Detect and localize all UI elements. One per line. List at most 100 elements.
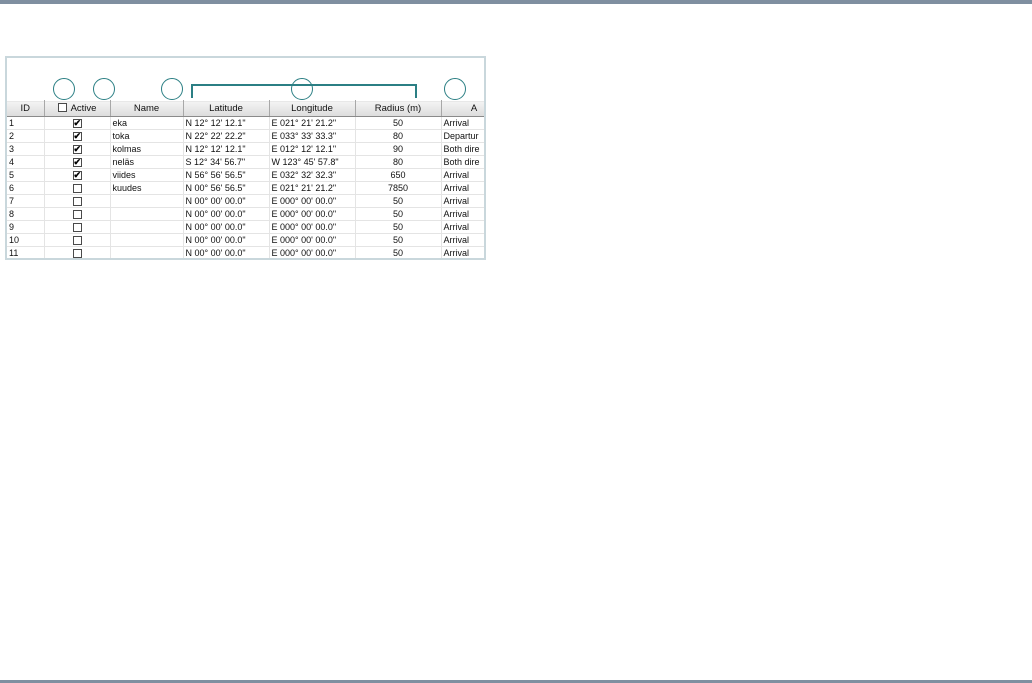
cell-name[interactable]: kuudes [110, 181, 184, 195]
cell-latitude[interactable]: N 00° 00' 00.0" [183, 207, 270, 221]
cell-id[interactable]: 5 [7, 168, 45, 182]
cell-active[interactable]: ✔ [44, 155, 111, 169]
cell-name[interactable]: eka [110, 116, 184, 130]
cell-a[interactable]: Arrival [441, 116, 484, 130]
cell-id[interactable]: 9 [7, 220, 45, 234]
active-checkbox[interactable]: ✔ [72, 158, 82, 168]
cell-radius[interactable]: 650 [355, 168, 442, 182]
cell-radius[interactable]: 80 [355, 129, 442, 143]
cell-latitude[interactable]: N 12° 12' 12.1" [183, 116, 270, 130]
cell-radius[interactable]: 50 [355, 246, 442, 258]
active-checkbox[interactable] [72, 223, 82, 233]
cell-longitude[interactable]: E 021° 21' 21.2" [269, 116, 356, 130]
column-header-id[interactable]: ID [7, 100, 45, 117]
cell-active[interactable]: ✔ [44, 129, 111, 143]
cell-radius[interactable]: 50 [355, 233, 442, 247]
cell-active[interactable]: ✔ [44, 116, 111, 130]
column-header-latitude[interactable]: Latitude [183, 100, 270, 117]
cell-latitude[interactable]: N 00° 00' 00.0" [183, 233, 270, 247]
cell-name[interactable] [110, 233, 184, 247]
column-header-a[interactable]: A [441, 100, 484, 117]
cell-longitude[interactable]: E 000° 00' 00.0" [269, 233, 356, 247]
cell-a[interactable]: Both dire [441, 155, 484, 169]
table-row[interactable]: 7 N 00° 00' 00.0" E 000° 00' 00.0" 50 Arriva… [7, 194, 484, 208]
cell-radius[interactable]: 7850 [355, 181, 442, 195]
cell-latitude[interactable]: N 00° 56' 56.5" [183, 181, 270, 195]
cell-id[interactable]: 4 [7, 155, 45, 169]
cell-a[interactable]: Both dire [441, 142, 484, 156]
active-checkbox[interactable] [72, 184, 82, 194]
active-checkbox[interactable] [72, 249, 82, 258]
table-row[interactable]: 9 N 00° 00' 00.0" E 000° 00' 00.0" 50 Arriva… [7, 220, 484, 234]
cell-name[interactable]: neläs [110, 155, 184, 169]
cell-longitude[interactable]: E 033° 33' 33.3" [269, 129, 356, 143]
cell-active[interactable]: ✔ [44, 142, 111, 156]
cell-radius[interactable]: 90 [355, 142, 442, 156]
cell-longitude[interactable]: W 123° 45' 57.8" [269, 155, 356, 169]
cell-latitude[interactable]: N 00° 00' 00.0" [183, 194, 270, 208]
cell-a[interactable]: Arrival [441, 168, 484, 182]
cell-longitude[interactable]: E 000° 00' 00.0" [269, 207, 356, 221]
cell-radius[interactable]: 50 [355, 207, 442, 221]
cell-name[interactable] [110, 220, 184, 234]
cell-a[interactable]: Departur [441, 129, 484, 143]
active-checkbox[interactable] [72, 210, 82, 220]
cell-radius[interactable]: 80 [355, 155, 442, 169]
cell-radius[interactable]: 50 [355, 194, 442, 208]
cell-radius[interactable]: 50 [355, 220, 442, 234]
cell-active[interactable] [44, 233, 111, 247]
cell-active[interactable]: ✔ [44, 168, 111, 182]
table-row[interactable]: 1 ✔ eka N 12° 12' 12.1" E 021° 21' 21.2" 50 Ar… [7, 116, 484, 130]
table-row[interactable]: 10 N 00° 00' 00.0" E 000° 00' 00.0" 50 Arriv… [7, 233, 484, 247]
cell-active[interactable] [44, 181, 111, 195]
cell-id[interactable]: 3 [7, 142, 45, 156]
column-header-radius[interactable]: Radius (m) [355, 100, 442, 117]
cell-latitude[interactable]: N 12° 12' 12.1" [183, 142, 270, 156]
cell-active[interactable] [44, 220, 111, 234]
cell-longitude[interactable]: E 000° 00' 00.0" [269, 220, 356, 234]
cell-active[interactable] [44, 207, 111, 221]
table-row[interactable]: 11 N 00° 00' 00.0" E 000° 00' 00.0" 50 Arriv… [7, 246, 484, 258]
cell-longitude[interactable]: E 000° 00' 00.0" [269, 246, 356, 258]
cell-id[interactable]: 1 [7, 116, 45, 130]
column-header-name[interactable]: Name [110, 100, 184, 117]
cell-id[interactable]: 2 [7, 129, 45, 143]
waypoint-grid[interactable]: ID Active Name Latitude Longitude Radius… [7, 100, 484, 258]
table-row[interactable]: 5 ✔ viides N 56° 56' 56.5" E 032° 32' 32.3" 6… [7, 168, 484, 182]
cell-a[interactable]: Arrival [441, 181, 484, 195]
cell-latitude[interactable]: N 00° 00' 00.0" [183, 220, 270, 234]
active-checkbox[interactable]: ✔ [72, 145, 82, 155]
cell-name[interactable]: kolmas [110, 142, 184, 156]
cell-a[interactable]: Arrival [441, 194, 484, 208]
cell-name[interactable] [110, 207, 184, 221]
cell-longitude[interactable]: E 021° 21' 21.2" [269, 181, 356, 195]
column-header-active[interactable]: Active [44, 100, 111, 117]
cell-longitude[interactable]: E 012° 12' 12.1" [269, 142, 356, 156]
column-header-longitude[interactable]: Longitude [269, 100, 356, 117]
active-checkbox[interactable] [72, 197, 82, 207]
active-checkbox[interactable]: ✔ [72, 119, 82, 129]
cell-a[interactable]: Arrival [441, 207, 484, 221]
cell-a[interactable]: Arrival [441, 220, 484, 234]
cell-radius[interactable]: 50 [355, 116, 442, 130]
cell-id[interactable]: 11 [7, 246, 45, 258]
table-row[interactable]: 6 kuudes N 00° 56' 56.5" E 021° 21' 21.2" 78… [7, 181, 484, 195]
cell-name[interactable] [110, 246, 184, 258]
cell-name[interactable]: toka [110, 129, 184, 143]
cell-latitude[interactable]: N 22° 22' 22.2" [183, 129, 270, 143]
cell-id[interactable]: 10 [7, 233, 45, 247]
cell-latitude[interactable]: N 00° 00' 00.0" [183, 246, 270, 258]
cell-id[interactable]: 7 [7, 194, 45, 208]
table-row[interactable]: 8 N 00° 00' 00.0" E 000° 00' 00.0" 50 Arriva… [7, 207, 484, 221]
select-all-checkbox[interactable] [57, 103, 67, 112]
table-row[interactable]: 2 ✔ toka N 22° 22' 22.2" E 033° 33' 33.3" 80 D… [7, 129, 484, 143]
active-checkbox[interactable]: ✔ [72, 171, 82, 181]
table-row[interactable]: 4 ✔ neläs S 12° 34' 56.7" W 123° 45' 57.8" 80… [7, 155, 484, 169]
cell-longitude[interactable]: E 032° 32' 32.3" [269, 168, 356, 182]
cell-latitude[interactable]: S 12° 34' 56.7" [183, 155, 270, 169]
table-row[interactable]: 3 ✔ kolmas N 12° 12' 12.1" E 012° 12' 12.1" 9… [7, 142, 484, 156]
cell-a[interactable]: Arrival [441, 233, 484, 247]
cell-id[interactable]: 8 [7, 207, 45, 221]
active-checkbox[interactable]: ✔ [72, 132, 82, 142]
cell-longitude[interactable]: E 000° 00' 00.0" [269, 194, 356, 208]
